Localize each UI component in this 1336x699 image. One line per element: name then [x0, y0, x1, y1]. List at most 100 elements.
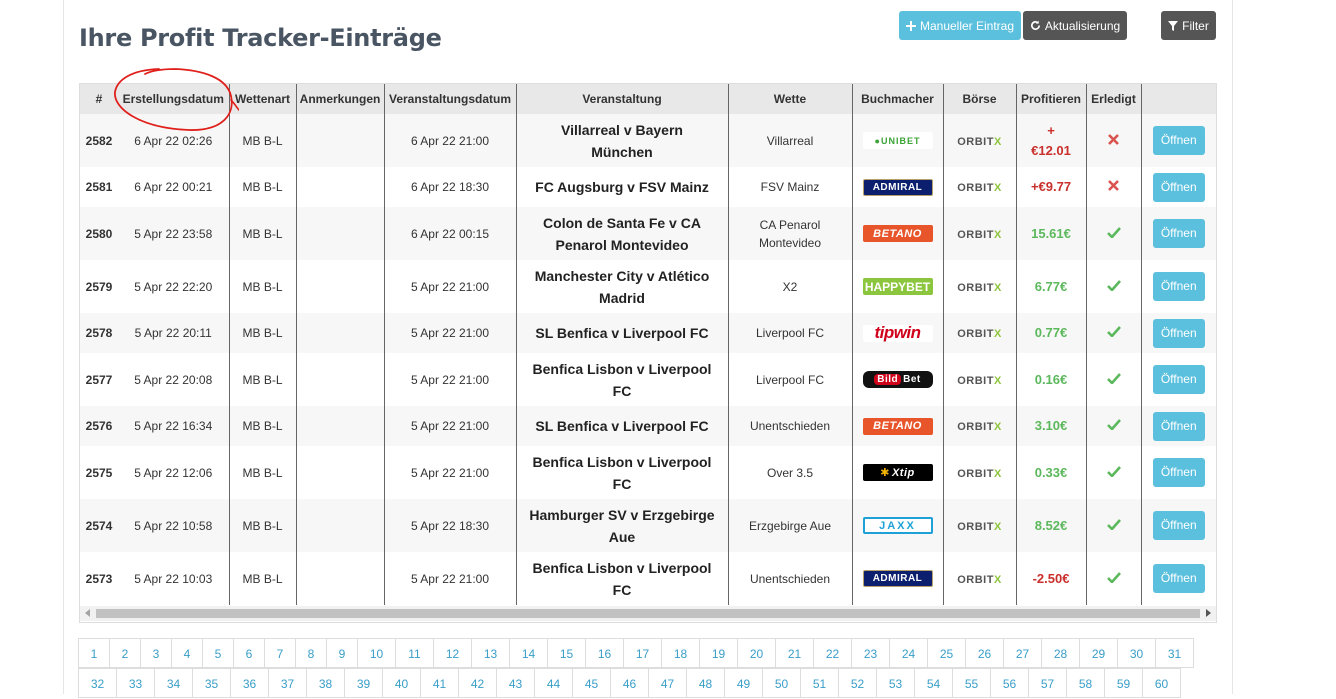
created-date: 5 Apr 22 16:34 — [118, 406, 229, 446]
page-link[interactable]: 14 — [509, 638, 548, 668]
header-created[interactable]: Erstellungsdatum — [118, 84, 229, 114]
exchange: ORBITX — [942, 446, 1016, 499]
bet-type: MB B-L — [228, 260, 296, 313]
table-row: 2574 5 Apr 22 10:58 MB B-L 5 Apr 22 18:3… — [80, 499, 1216, 552]
open-entry-button[interactable]: Öffnen — [1152, 219, 1205, 248]
header-type[interactable]: Wettenart — [228, 84, 296, 114]
page-link[interactable]: 22 — [813, 638, 852, 668]
bet-type: MB B-L — [228, 207, 296, 260]
scroll-right-arrow-icon[interactable] — [1206, 609, 1211, 617]
page-link[interactable]: 27 — [1003, 638, 1042, 668]
open-entry-button[interactable]: Öffnen — [1152, 511, 1205, 540]
open-entry-button[interactable]: Öffnen — [1152, 365, 1205, 394]
bet-selection: Unentschieden — [727, 552, 852, 605]
page-link[interactable]: 8 — [295, 638, 327, 668]
header-bookmaker[interactable]: Buchmacher — [851, 84, 943, 114]
entry-id: 2575 — [85, 465, 113, 480]
actions: Öffnen — [1140, 406, 1216, 446]
bookmaker-logo-text: ADMIRAL — [872, 573, 923, 584]
page-link[interactable]: 30 — [1117, 638, 1156, 668]
created-date: 5 Apr 22 12:06 — [134, 465, 213, 480]
header-event-date[interactable]: Veranstaltungsdatum — [383, 84, 516, 114]
open-entry-button[interactable]: Öffnen — [1152, 411, 1205, 441]
profit-value: 0.33€ — [1015, 446, 1086, 499]
page-link[interactable]: 24 — [889, 638, 928, 668]
header-profit[interactable]: Profitieren — [1015, 84, 1086, 114]
header-done[interactable]: Erledigt — [1085, 84, 1141, 114]
open-entry-button[interactable]: Öffnen — [1152, 172, 1205, 202]
happybet-logo-icon: HAPPYBET — [862, 278, 933, 295]
page-link[interactable]: 12 — [433, 638, 472, 668]
header-notes[interactable]: Anmerkungen — [295, 84, 384, 114]
page-link[interactable]: 18 — [661, 638, 700, 668]
page-link[interactable]: 1 — [78, 638, 110, 668]
page-link[interactable]: 19 — [699, 638, 738, 668]
page-link[interactable]: 4 — [171, 638, 203, 668]
entry-id: 2579 — [85, 279, 113, 294]
page-link[interactable]: 3 — [140, 638, 172, 668]
page-link[interactable]: 15 — [547, 638, 586, 668]
cross-icon — [1108, 180, 1119, 191]
page-link[interactable]: 5 — [202, 638, 234, 668]
table-row: 2581 6 Apr 22 00:21 MB B-L 6 Apr 22 18:3… — [80, 167, 1216, 207]
filter-button[interactable]: Filter — [1161, 11, 1216, 40]
page-link[interactable]: 6 — [233, 638, 265, 668]
refresh-button[interactable]: Aktualisierung — [1023, 11, 1127, 40]
bookmaker-logo-text: UNIBET — [880, 135, 921, 146]
header-exchange[interactable]: Börse — [942, 84, 1016, 114]
page-link[interactable]: 31 — [1155, 638, 1194, 668]
bet-line-1: FSV Mainz — [760, 180, 820, 194]
profit-value: 8.52€ — [1015, 499, 1086, 552]
profit-value: 3.10€ — [1015, 406, 1086, 446]
profit-line-1: -2.50€ — [1032, 570, 1070, 586]
header-bet[interactable]: Wette — [727, 84, 852, 114]
horizontal-scrollbar[interactable] — [80, 606, 1216, 621]
page-link[interactable]: 7 — [264, 638, 296, 668]
open-entry-button[interactable]: Öffnen — [1152, 564, 1205, 593]
scroll-left-arrow-icon[interactable] — [85, 609, 90, 617]
scrollbar-thumb[interactable] — [96, 609, 1200, 618]
page-link[interactable]: 9 — [326, 638, 358, 668]
filter-icon — [1168, 20, 1179, 31]
betano-logo-icon: BETANO — [862, 417, 933, 435]
open-entry-button[interactable]: Öffnen — [1152, 318, 1205, 348]
page-link[interactable]: 16 — [585, 638, 624, 668]
open-entry-button[interactable]: Öffnen — [1152, 458, 1205, 487]
bet-type: MB B-L — [228, 313, 296, 353]
page-link[interactable]: 23 — [851, 638, 890, 668]
done-status — [1085, 167, 1141, 207]
page-link[interactable]: 21 — [775, 638, 814, 668]
manual-entry-button[interactable]: Manueller Eintrag — [899, 11, 1021, 40]
notes — [295, 499, 384, 552]
bet-line-1: Villarreal — [766, 133, 814, 148]
event-name: SL Benfica v Liverpool FC — [515, 313, 728, 353]
profit-value: 0.16€ — [1015, 353, 1086, 406]
notes — [295, 313, 384, 353]
orbitx-logo-icon: ORBITX — [957, 182, 1002, 194]
event-date: 5 Apr 22 21:00 — [383, 353, 516, 406]
profit-line-1: 6.77€ — [1034, 278, 1068, 294]
admiral-logo-icon: ADMIRAL — [862, 570, 933, 587]
page-link[interactable]: 26 — [965, 638, 1004, 668]
notes — [295, 260, 384, 313]
page-link[interactable]: 11 — [395, 638, 434, 668]
page-link[interactable]: 13 — [471, 638, 510, 668]
bet-selection: Erzgebirge Aue — [727, 499, 852, 552]
page-link[interactable]: 25 — [927, 638, 966, 668]
header-id[interactable]: # — [80, 84, 118, 114]
entry-id: 2581 — [85, 180, 113, 194]
page-link[interactable]: 29 — [1079, 638, 1118, 668]
event-line-1: Benfica Lisbon v Liverpool — [532, 453, 712, 470]
bet-type: MB B-L — [228, 167, 296, 207]
page-link[interactable]: 28 — [1041, 638, 1080, 668]
open-entry-button[interactable]: Öffnen — [1152, 126, 1205, 155]
page-link[interactable]: 20 — [737, 638, 776, 668]
page-link[interactable]: 10 — [357, 638, 396, 668]
page-link[interactable]: 2 — [109, 638, 141, 668]
exchange: ORBITX — [942, 552, 1016, 605]
page-link[interactable]: 17 — [623, 638, 662, 668]
open-entry-button[interactable]: Öffnen — [1152, 272, 1205, 301]
exchange: ORBITX — [942, 353, 1016, 406]
event-line-1: SL Benfica v Liverpool FC — [535, 418, 709, 434]
header-event[interactable]: Veranstaltung — [515, 84, 728, 114]
